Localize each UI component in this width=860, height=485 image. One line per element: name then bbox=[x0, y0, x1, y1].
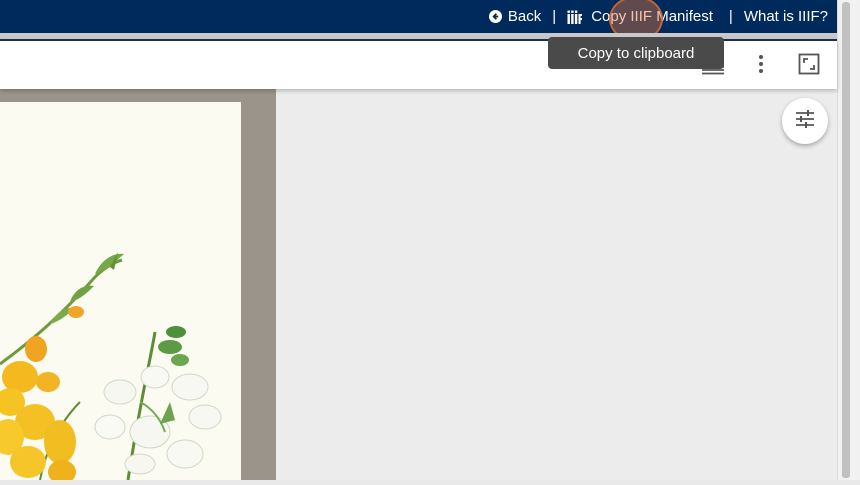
nav-separator: | bbox=[552, 8, 557, 25]
copy-iiif-manifest-link[interactable]: Copy IIIF Manifest bbox=[567, 8, 713, 25]
what-is-iiif-link[interactable]: What is IIIF? bbox=[744, 8, 828, 25]
top-nav-links: Back | Copy IIIF Manifest | What is IIIF… bbox=[488, 0, 828, 33]
back-link[interactable]: Back bbox=[488, 8, 542, 25]
botanical-illustration bbox=[0, 252, 222, 484]
scrollbar-thumb[interactable] bbox=[842, 2, 850, 478]
fullscreen-button[interactable] bbox=[796, 53, 822, 79]
copy-clipboard-tooltip: Copy to clipboard bbox=[548, 37, 724, 69]
artwork-paper bbox=[0, 102, 241, 484]
artwork-image bbox=[0, 89, 276, 484]
arrow-left-circle-icon bbox=[488, 10, 502, 23]
back-label: Back bbox=[507, 8, 542, 25]
more-options-button[interactable] bbox=[748, 53, 774, 79]
image-settings-button[interactable] bbox=[782, 98, 828, 144]
fullscreen-icon bbox=[798, 53, 820, 80]
iiif-logo-icon bbox=[567, 10, 583, 24]
copy-iiif-manifest-label: Copy IIIF Manifest bbox=[591, 8, 713, 25]
more-vert-icon bbox=[758, 54, 764, 79]
page-scrollbar[interactable] bbox=[837, 0, 860, 480]
tune-icon bbox=[794, 109, 816, 134]
image-canvas[interactable] bbox=[0, 89, 837, 484]
nav-separator: | bbox=[728, 8, 733, 25]
top-nav-bar: Back | Copy IIIF Manifest | What is IIIF… bbox=[0, 0, 860, 33]
